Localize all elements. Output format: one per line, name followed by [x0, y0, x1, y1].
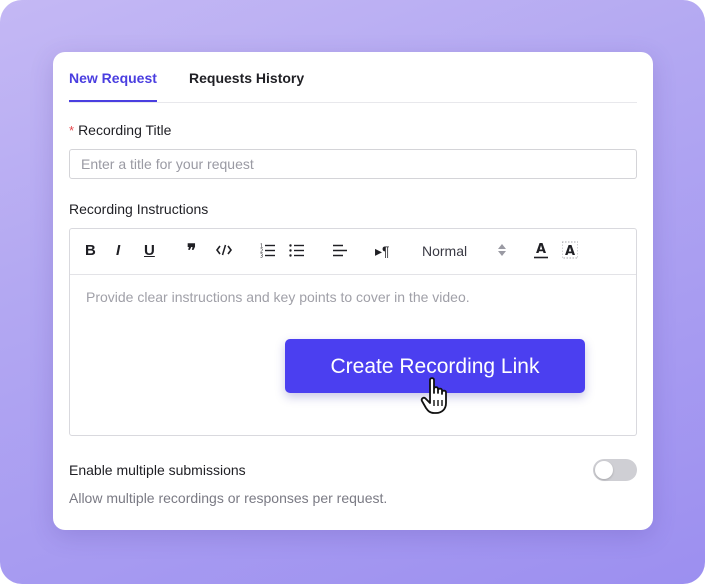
active-tab-indicator — [69, 100, 157, 102]
format-select[interactable]: Normal — [422, 241, 467, 261]
recording-title-input[interactable] — [69, 149, 637, 179]
hand-cursor-icon — [420, 376, 454, 421]
background-frame: New Request Requests History * Recording … — [0, 0, 705, 584]
multiple-submissions-toggle[interactable] — [593, 459, 637, 481]
code-icon[interactable] — [216, 242, 232, 262]
highlight-color-icon[interactable]: A — [562, 240, 578, 260]
toggle-knob — [595, 461, 613, 479]
text-direction-icon[interactable]: ▸¶ — [375, 241, 390, 261]
blockquote-icon[interactable]: ❞ — [187, 241, 196, 261]
required-mark: * — [69, 123, 75, 138]
ordered-list-icon[interactable]: 123 — [260, 242, 276, 262]
tab-requests-history[interactable]: Requests History — [189, 70, 304, 86]
svg-text:A: A — [565, 244, 575, 259]
editor-toolbar: B I U ❞ 123 ▸¶ Normal A A — [70, 229, 636, 275]
tab-new-request[interactable]: New Request — [69, 70, 157, 86]
align-icon[interactable] — [332, 242, 348, 262]
multiple-submissions-label: Enable multiple submissions — [69, 462, 246, 478]
tab-bar: New Request Requests History — [69, 52, 637, 103]
recording-title-label: * Recording Title — [69, 122, 171, 138]
select-arrows-icon[interactable] — [497, 243, 507, 262]
request-card: New Request Requests History * Recording … — [53, 52, 653, 530]
instructions-placeholder[interactable]: Provide clear instructions and key point… — [86, 289, 470, 305]
svg-text:3: 3 — [260, 254, 263, 259]
recording-instructions-label: Recording Instructions — [69, 201, 209, 217]
font-color-icon[interactable]: A — [533, 240, 549, 260]
multiple-submissions-description: Allow multiple recordings or responses p… — [69, 490, 388, 506]
underline-icon[interactable]: U — [144, 241, 155, 261]
bullet-list-icon[interactable] — [289, 242, 305, 262]
bold-icon[interactable]: B — [85, 241, 96, 261]
recording-title-label-text: Recording Title — [78, 122, 172, 138]
italic-icon[interactable]: I — [116, 241, 120, 261]
rich-text-editor: B I U ❞ 123 ▸¶ Normal A A Provide clear … — [69, 228, 637, 436]
svg-text:A: A — [536, 242, 546, 257]
